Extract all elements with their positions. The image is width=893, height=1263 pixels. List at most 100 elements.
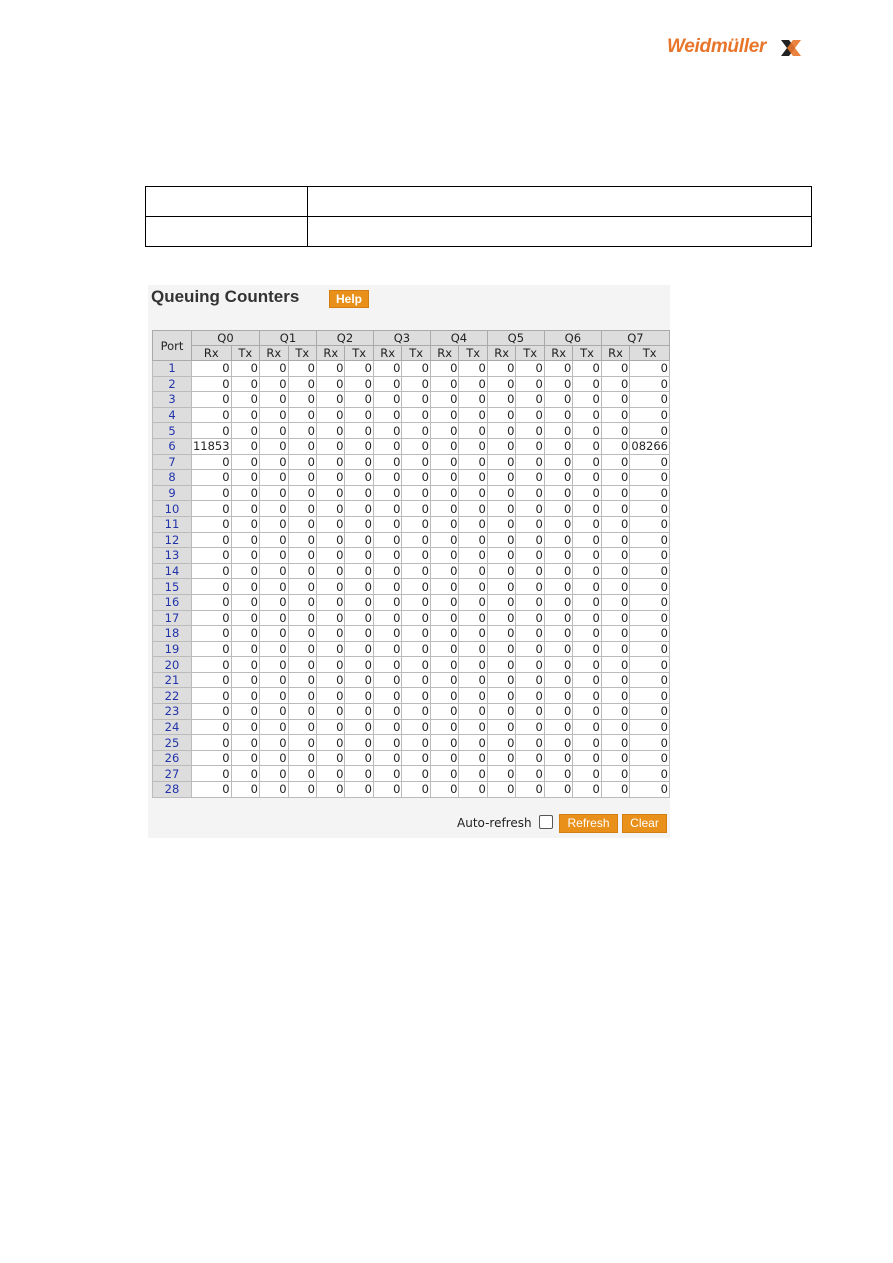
port-link[interactable]: 18 bbox=[152, 625, 192, 642]
port-link[interactable]: 7 bbox=[152, 453, 192, 471]
counter-cell: 0 bbox=[486, 640, 517, 658]
counter-cell: 0 bbox=[372, 562, 403, 580]
port-link[interactable]: 26 bbox=[152, 749, 192, 767]
counter-cell: 0 bbox=[344, 406, 374, 424]
counter-cell: 0 bbox=[344, 703, 374, 720]
counter-cell: 0 bbox=[572, 500, 602, 517]
counter-cell: 0 bbox=[572, 453, 602, 471]
port-link[interactable]: 24 bbox=[152, 718, 192, 736]
port-link[interactable]: 27 bbox=[152, 765, 192, 783]
counter-cell: 0 bbox=[401, 422, 431, 439]
counter-cell: 0 bbox=[259, 578, 289, 595]
clear-button[interactable]: Clear bbox=[622, 814, 667, 833]
port-link[interactable]: 21 bbox=[152, 671, 192, 689]
port-link[interactable]: 14 bbox=[152, 562, 192, 580]
port-link[interactable]: 22 bbox=[152, 687, 192, 705]
port-link[interactable]: 13 bbox=[152, 547, 192, 564]
counter-cell: 0 bbox=[629, 484, 670, 502]
counter-cell: 0 bbox=[486, 437, 517, 455]
port-link[interactable]: 23 bbox=[152, 703, 192, 720]
counter-cell: 0 bbox=[629, 609, 670, 627]
port-link[interactable]: 8 bbox=[152, 469, 192, 486]
refresh-button[interactable]: Refresh bbox=[559, 814, 618, 833]
counter-cell: 0 bbox=[458, 593, 488, 611]
counter-cell: 0 bbox=[315, 765, 346, 783]
port-link[interactable]: 12 bbox=[152, 531, 192, 549]
counter-cell: 0 bbox=[401, 515, 431, 533]
counter-cell: 0 bbox=[486, 749, 517, 767]
counter-cell: 0 bbox=[458, 547, 488, 564]
counter-cell: 0 bbox=[372, 391, 403, 408]
port-link[interactable]: 9 bbox=[152, 484, 192, 502]
counter-cell: 0 bbox=[515, 656, 545, 673]
port-link[interactable]: 1 bbox=[152, 360, 192, 377]
counter-cell: 0 bbox=[315, 609, 346, 627]
counter-cell: 0 bbox=[543, 749, 574, 767]
counter-cell: 0 bbox=[486, 453, 517, 471]
table-row: 20 0 0 0 0 0 0 0 0 0 0 0 0 0 0 0 0 bbox=[152, 656, 670, 673]
port-link[interactable]: 10 bbox=[152, 500, 192, 517]
counter-cell: 0 bbox=[372, 500, 403, 517]
counter-cell: 0 bbox=[230, 484, 261, 502]
counter-cell: 0 bbox=[372, 765, 403, 783]
counter-cell: 0 bbox=[259, 515, 289, 533]
port-link[interactable]: 16 bbox=[152, 593, 192, 611]
counter-cell: 0 bbox=[259, 500, 289, 517]
counter-cell: 0 bbox=[287, 484, 317, 502]
column-header-tx: Tx bbox=[515, 345, 545, 361]
counter-cell: 0 bbox=[515, 500, 545, 517]
port-link[interactable]: 19 bbox=[152, 640, 192, 658]
doc-table-cell bbox=[145, 216, 308, 247]
counter-cell: 0 bbox=[543, 671, 574, 689]
counter-cell: 0 bbox=[429, 703, 460, 720]
table-row: 27 0 0 0 0 0 0 0 0 0 0 0 0 0 0 0 0 bbox=[152, 765, 670, 783]
table-row: 90000000000000000 bbox=[152, 484, 670, 502]
counter-cell: 0 bbox=[458, 437, 488, 455]
port-link[interactable]: 20 bbox=[152, 656, 192, 673]
counter-cell: 0 bbox=[190, 484, 232, 502]
counter-cell: 0 bbox=[572, 687, 602, 705]
counter-cell: 0 bbox=[486, 718, 517, 736]
counter-cell: 0 bbox=[486, 515, 517, 533]
port-link[interactable]: 3 bbox=[152, 391, 192, 408]
counter-cell: 0 bbox=[190, 671, 232, 689]
port-link[interactable]: 28 bbox=[152, 781, 192, 798]
counter-cell: 0 bbox=[600, 453, 631, 471]
port-link[interactable]: 25 bbox=[152, 734, 192, 751]
counter-cell: 0 bbox=[543, 562, 574, 580]
port-link[interactable]: 5 bbox=[152, 422, 192, 439]
counter-cell: 0 bbox=[515, 781, 545, 798]
port-link[interactable]: 4 bbox=[152, 406, 192, 424]
counter-cell: 0 bbox=[486, 562, 517, 580]
counter-cell: 0 bbox=[572, 469, 602, 486]
counter-cell: 0 bbox=[287, 531, 317, 549]
port-link[interactable]: 15 bbox=[152, 578, 192, 595]
port-link[interactable]: 2 bbox=[152, 375, 192, 393]
counter-cell: 0 bbox=[372, 734, 403, 751]
table-row: 6 11853 0 0 0 0 0 0 0 0 0 0 0 0 0 0 08266 bbox=[152, 437, 670, 455]
counter-cell: 0 bbox=[401, 500, 431, 517]
help-button[interactable]: Help bbox=[329, 290, 369, 308]
port-link[interactable]: 6 bbox=[152, 437, 192, 455]
counter-cell: 0 bbox=[515, 531, 545, 549]
column-header-tx: Tx bbox=[344, 345, 374, 361]
counter-cell: 0 bbox=[600, 609, 631, 627]
column-header-port: Port bbox=[152, 330, 192, 361]
counter-cell: 0 bbox=[315, 734, 346, 751]
counter-cell: 0 bbox=[629, 375, 670, 393]
counter-cell: 0 bbox=[344, 391, 374, 408]
counter-cell: 0 bbox=[344, 749, 374, 767]
counter-cell: 0 bbox=[486, 422, 517, 439]
counter-cell: 0 bbox=[287, 609, 317, 627]
counter-cell: 0 bbox=[629, 453, 670, 471]
port-link[interactable]: 11 bbox=[152, 515, 192, 533]
counter-cell: 0 bbox=[401, 406, 431, 424]
column-header-rx: Rx bbox=[429, 345, 460, 361]
counter-cell: 0 bbox=[429, 718, 460, 736]
counter-cell: 0 bbox=[486, 765, 517, 783]
counter-cell: 0 bbox=[401, 734, 431, 751]
auto-refresh-checkbox[interactable] bbox=[539, 815, 553, 829]
counter-cell: 0 bbox=[259, 406, 289, 424]
port-link[interactable]: 17 bbox=[152, 609, 192, 627]
counter-cell: 0 bbox=[458, 562, 488, 580]
